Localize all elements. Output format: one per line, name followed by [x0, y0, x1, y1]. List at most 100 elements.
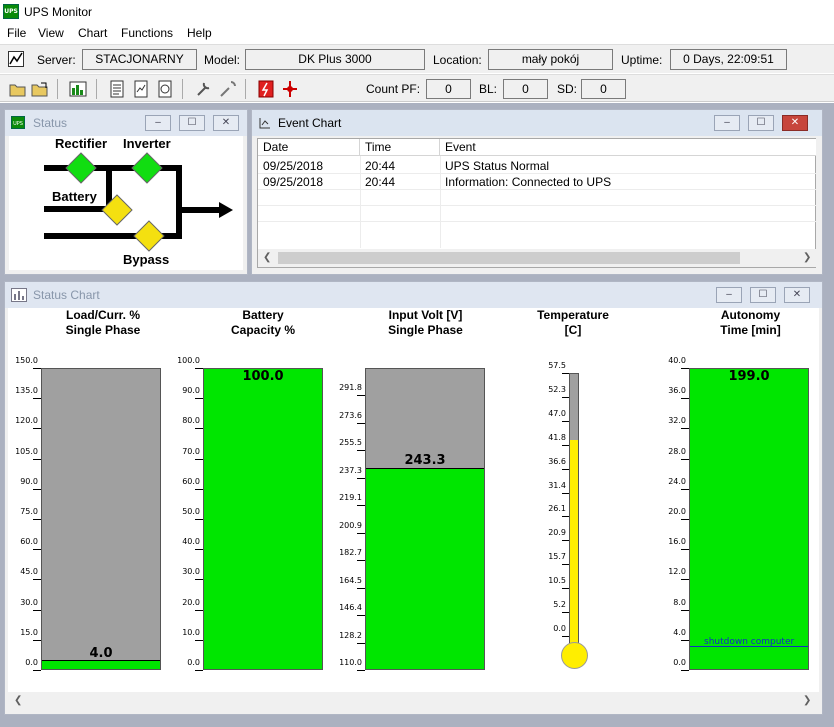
gauge-value: 4.0	[89, 645, 113, 661]
gauge-fill	[366, 469, 484, 669]
tick-label: 12.0	[668, 567, 686, 577]
inverter-label: Inverter	[123, 136, 171, 151]
wrench-icon[interactable]	[195, 80, 213, 98]
tick-label: 135.0	[15, 386, 38, 396]
gauge-bar: 4.0	[41, 368, 161, 670]
horizontal-scrollbar[interactable]: ❮ ❯	[8, 692, 819, 710]
battery-test-icon[interactable]	[257, 80, 275, 98]
tick-mark	[562, 468, 569, 470]
maximize-button[interactable]: ☐	[748, 115, 774, 131]
tick-mark	[562, 420, 569, 422]
gauge-value: 243.3	[404, 452, 446, 468]
table-row-2-event[interactable]: Information: Connected to UPS	[440, 174, 611, 190]
gauge-title: Input Volt [V] Single Phase	[338, 308, 513, 338]
chart-connect-icon[interactable]	[8, 51, 24, 67]
status-chart-titlebar[interactable]: Status Chart – ☐ ✕	[5, 282, 822, 308]
scroll-right-icon[interactable]: ❯	[803, 252, 811, 263]
status-chart-window: Status Chart – ☐ ✕ Load/Curr. % Single Ph…	[4, 281, 823, 715]
report-2-icon[interactable]	[132, 80, 150, 98]
tick-mark	[357, 422, 365, 424]
report-1-icon[interactable]	[108, 80, 126, 98]
tick-mark	[681, 609, 689, 611]
tick-mark	[33, 579, 41, 581]
open-folder-icon[interactable]	[9, 80, 27, 98]
status-window: UPS Status – ☐ ✕ Rectifier Inverter Batt…	[4, 109, 248, 275]
uptime-field: 0 Days, 22:09:51	[670, 49, 787, 70]
tick-label: 45.0	[20, 567, 38, 577]
table-row-2-time[interactable]: 20:44	[360, 174, 395, 190]
uptime-label: Uptime:	[621, 53, 663, 67]
tick-label: 57.5	[548, 361, 566, 370]
gauge-title-line-1: Temperature	[537, 308, 609, 322]
disconnect-icon[interactable]	[281, 80, 299, 98]
menu-help[interactable]: Help	[187, 26, 212, 40]
scroll-left-icon[interactable]: ❮	[14, 695, 22, 706]
minimize-button[interactable]: –	[145, 115, 171, 131]
close-button[interactable]: ✕	[213, 115, 239, 131]
bl-label: BL:	[479, 82, 498, 96]
tick-mark	[562, 588, 569, 590]
status-window-titlebar[interactable]: UPS Status – ☐ ✕	[5, 110, 247, 136]
horizontal-scrollbar[interactable]: ❮ ❯	[258, 249, 816, 267]
column-header-time[interactable]: Time	[360, 139, 440, 156]
save-icon[interactable]	[31, 80, 49, 98]
tick-mark	[357, 615, 365, 617]
tick-label: 90.0	[182, 386, 200, 396]
scroll-right-icon[interactable]: ❯	[803, 695, 811, 706]
tick-label: 8.0	[673, 597, 686, 607]
event-chart-icon	[259, 118, 270, 129]
gauge-level-line	[366, 468, 484, 470]
close-button[interactable]: ✕	[782, 115, 808, 131]
scrollbar-thumb[interactable]	[278, 252, 740, 264]
maximize-button[interactable]: ☐	[750, 287, 776, 303]
menu-chart[interactable]: Chart	[78, 26, 107, 40]
table-row-2-date[interactable]: 09/25/2018	[258, 174, 323, 190]
scroll-left-icon[interactable]: ❮	[263, 252, 271, 263]
tick-mark	[195, 670, 203, 671]
menu-bar: File View Chart Functions Help	[0, 24, 834, 44]
column-header-event[interactable]: Event	[440, 139, 816, 156]
menu-functions[interactable]: Functions	[121, 26, 173, 40]
server-label: Server:	[37, 53, 76, 67]
tick-label: 20.9	[548, 528, 566, 538]
location-label: Location:	[433, 53, 482, 67]
tick-label: 200.9	[339, 520, 362, 530]
tick-label: 5.2	[553, 600, 566, 610]
tick-label: 219.1	[339, 493, 362, 503]
column-header-date[interactable]: Date	[258, 139, 360, 156]
tick-label: 60.0	[182, 476, 200, 486]
chart-icon[interactable]	[69, 80, 87, 98]
tools-icon[interactable]	[219, 80, 237, 98]
tick-label: 31.4	[548, 480, 566, 490]
tick-label: 182.7	[339, 548, 362, 558]
model-field: DK Plus 3000	[245, 49, 425, 70]
event-window-titlebar[interactable]: Event Chart – ☐ ✕	[252, 110, 822, 136]
tick-mark	[195, 519, 203, 520]
tick-mark	[195, 488, 203, 490]
table-row-1-event[interactable]: UPS Status Normal	[440, 158, 549, 174]
menu-view[interactable]: View	[38, 26, 64, 40]
menu-file[interactable]: File	[7, 26, 26, 40]
tick-mark	[562, 516, 569, 518]
tick-label: 120.0	[15, 416, 38, 426]
tick-mark	[195, 398, 203, 400]
table-row-1-time[interactable]: 20:44	[360, 158, 395, 174]
table-row-1-date[interactable]: 09/25/2018	[258, 158, 323, 174]
gauge-title-line-1: Input Volt [V]	[388, 308, 463, 322]
report-3-icon[interactable]	[156, 80, 174, 98]
tick-mark	[562, 492, 569, 494]
tick-label: 0.0	[673, 658, 686, 667]
tick-mark	[681, 488, 689, 490]
app-logo-icon: UPS	[3, 4, 19, 19]
tick-label: 36.0	[668, 386, 686, 396]
close-button[interactable]: ✕	[784, 287, 810, 303]
tick-mark	[681, 368, 689, 369]
tick-label: 26.1	[548, 504, 566, 514]
gauge-bar: 199.0 shutdown computer	[689, 368, 809, 670]
minimize-button[interactable]: –	[716, 287, 742, 303]
tick-mark	[33, 398, 41, 400]
gauge-title: Autonomy Time [min]	[663, 308, 834, 338]
maximize-button[interactable]: ☐	[179, 115, 205, 131]
minimize-button[interactable]: –	[714, 115, 740, 131]
gauges-area: Load/Curr. % Single Phase 150.0 135.0 120.0 1…	[8, 308, 819, 710]
